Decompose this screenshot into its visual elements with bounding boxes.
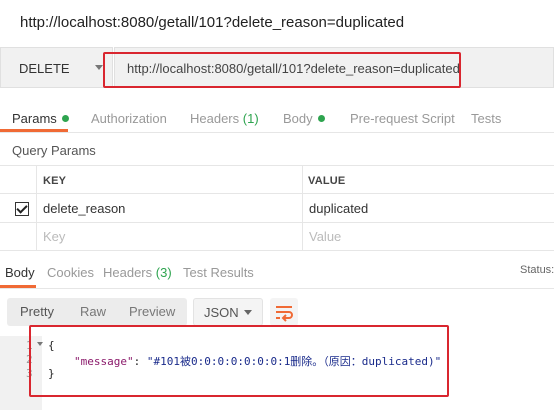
key-placeholder[interactable]: Key <box>43 229 65 244</box>
tab-headers-count: (1) <box>242 111 259 126</box>
response-tab-headers[interactable]: Headers (3) <box>103 265 172 280</box>
body-indicator-dot <box>317 115 325 123</box>
response-tab-test-results[interactable]: Test Results <box>183 265 254 280</box>
query-params-heading: Query Params <box>12 143 96 158</box>
tab-tests[interactable]: Tests <box>471 111 501 126</box>
response-highlight-box <box>29 325 449 397</box>
tab-params[interactable]: Params <box>12 111 69 126</box>
pretty-button[interactable]: Pretty <box>20 298 54 326</box>
params-header-row: KEY VALUE <box>0 165 554 194</box>
view-mode-group: Pretty Raw Preview <box>7 298 187 326</box>
value-placeholder[interactable]: Value <box>309 229 341 244</box>
response-tab-headers-count: (3) <box>155 265 172 280</box>
params-indicator-dot <box>61 115 69 123</box>
param-key[interactable]: delete_reason <box>43 201 125 216</box>
param-value[interactable]: duplicated <box>309 201 368 216</box>
column-divider <box>302 165 303 251</box>
param-enabled-checkbox[interactable] <box>15 202 29 216</box>
response-status: Status: <box>520 264 554 276</box>
tab-body[interactable]: Body <box>283 111 325 126</box>
tab-pre-request-script[interactable]: Pre-request Script <box>350 111 455 126</box>
column-divider <box>36 165 37 251</box>
params-table: KEY VALUE delete_reason duplicated Key V… <box>0 165 554 251</box>
raw-button[interactable]: Raw <box>80 298 106 326</box>
tab-params-label: Params <box>12 111 57 126</box>
preview-button[interactable]: Preview <box>129 298 175 326</box>
response-tab-body[interactable]: Body <box>5 265 35 280</box>
url-highlight-box <box>103 52 461 88</box>
response-tabs-divider <box>0 288 554 289</box>
chevron-down-icon[interactable] <box>95 65 103 70</box>
param-row: delete_reason duplicated <box>0 194 554 223</box>
format-select[interactable]: JSON <box>193 298 263 326</box>
format-select-value: JSON <box>204 305 239 320</box>
tab-authorization[interactable]: Authorization <box>91 111 167 126</box>
key-column-header: KEY <box>43 175 67 187</box>
response-tab-cookies[interactable]: Cookies <box>47 265 94 280</box>
wrap-lines-button[interactable] <box>270 298 298 326</box>
wrap-lines-icon <box>276 306 293 322</box>
chevron-down-icon[interactable] <box>244 310 252 315</box>
value-column-header: VALUE <box>308 175 346 187</box>
tab-body-label: Body <box>283 111 313 126</box>
response-tab-headers-label: Headers <box>103 265 153 280</box>
method-label: DELETE <box>19 61 70 76</box>
new-param-row: Key Value <box>0 223 554 251</box>
tab-headers-label: Headers <box>190 111 240 126</box>
tab-headers[interactable]: Headers (1) <box>190 111 259 126</box>
request-title: http://localhost:8080/getall/101?delete_… <box>20 14 405 31</box>
tabs-divider <box>0 132 554 133</box>
